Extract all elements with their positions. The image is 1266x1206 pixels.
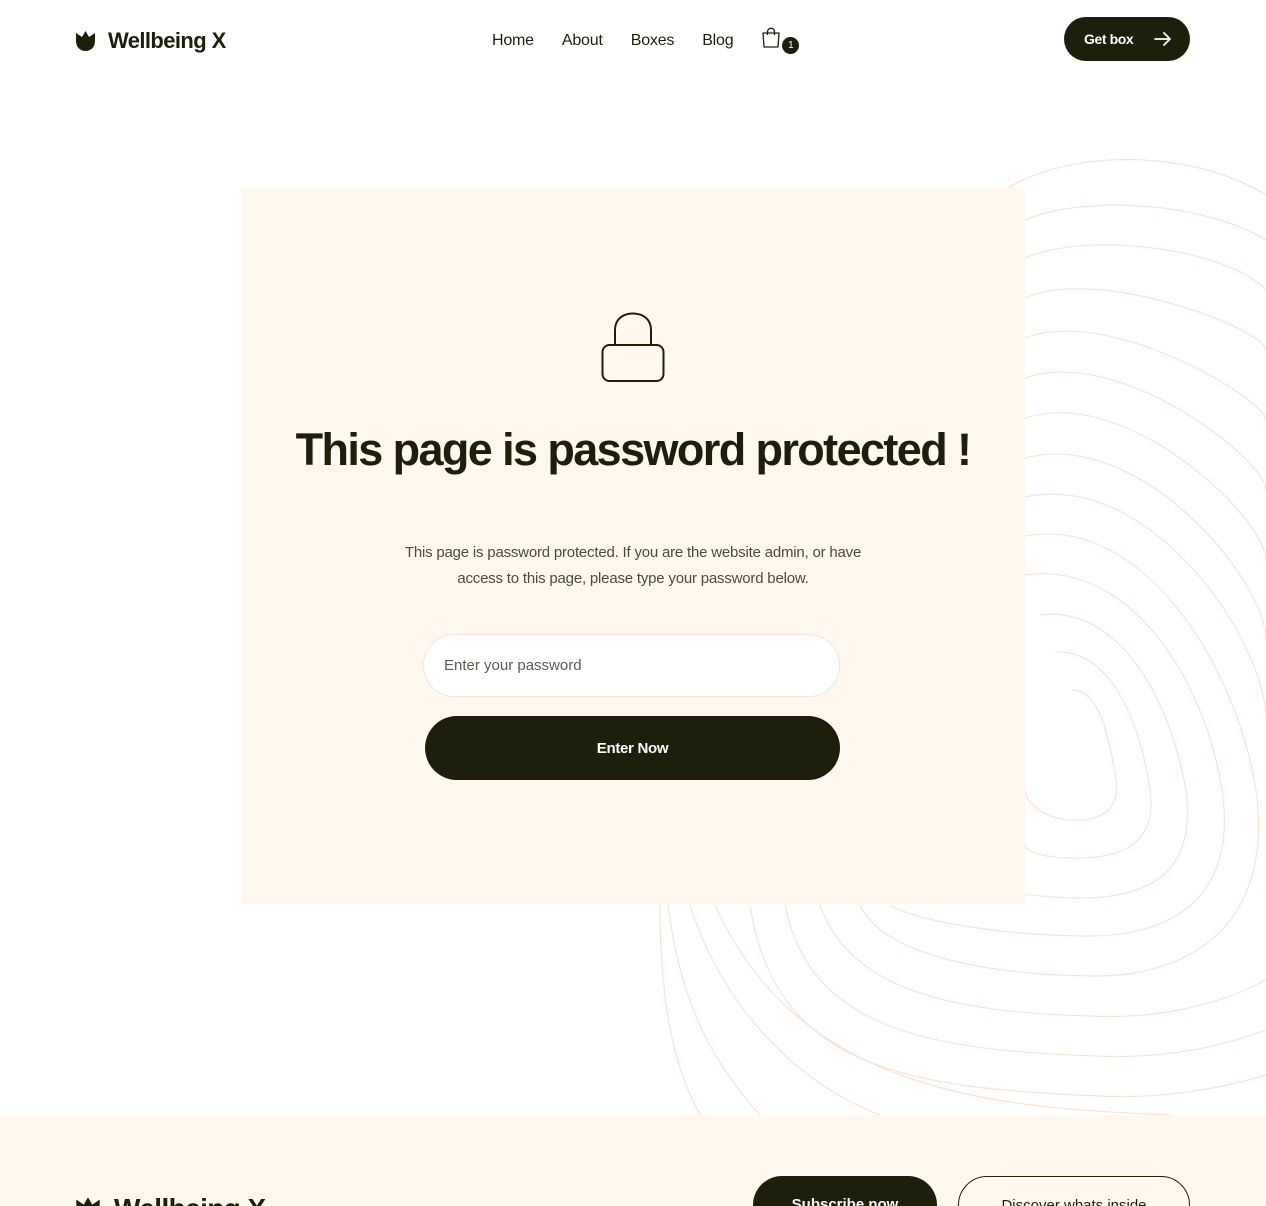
nav-blog[interactable]: Blog xyxy=(702,32,733,50)
password-input[interactable] xyxy=(423,634,840,697)
tulip-logo-icon xyxy=(76,31,95,51)
site-header: Wellbeing X Home About Boxes Blog 1 Get … xyxy=(0,0,1266,80)
get-box-button[interactable]: Get box xyxy=(1064,17,1190,61)
subscribe-button[interactable]: Subscribe now xyxy=(753,1176,937,1206)
password-card: This page is password protected ! This p… xyxy=(241,188,1025,904)
page-title: This page is password protected ! xyxy=(295,424,972,475)
nav-about[interactable]: About xyxy=(562,32,603,50)
enter-now-button[interactable]: Enter Now xyxy=(425,716,840,780)
get-box-label: Get box xyxy=(1084,31,1134,47)
main-nav: Home About Boxes Blog 1 xyxy=(492,27,800,54)
arrow-right-icon xyxy=(1154,32,1171,46)
brand-logo[interactable]: Wellbeing X xyxy=(75,28,226,54)
shopping-bag-icon xyxy=(762,27,781,48)
cart-count-badge: 1 xyxy=(782,37,800,54)
footer-brand-logo[interactable]: Wellbeing X xyxy=(75,1193,266,1206)
discover-button[interactable]: Discover whats inside xyxy=(958,1176,1190,1206)
lock-icon xyxy=(601,312,665,382)
tulip-logo-icon xyxy=(76,1196,100,1206)
page-description: This page is password protected. If you … xyxy=(404,544,862,587)
site-footer: Wellbeing X Subscribe now Discover whats… xyxy=(0,1115,1266,1206)
cart-button[interactable]: 1 xyxy=(761,27,800,54)
brand-name: Wellbeing X xyxy=(108,28,226,53)
nav-home[interactable]: Home xyxy=(492,32,534,50)
nav-boxes[interactable]: Boxes xyxy=(631,32,675,50)
footer-brand-name: Wellbeing X xyxy=(114,1193,266,1206)
